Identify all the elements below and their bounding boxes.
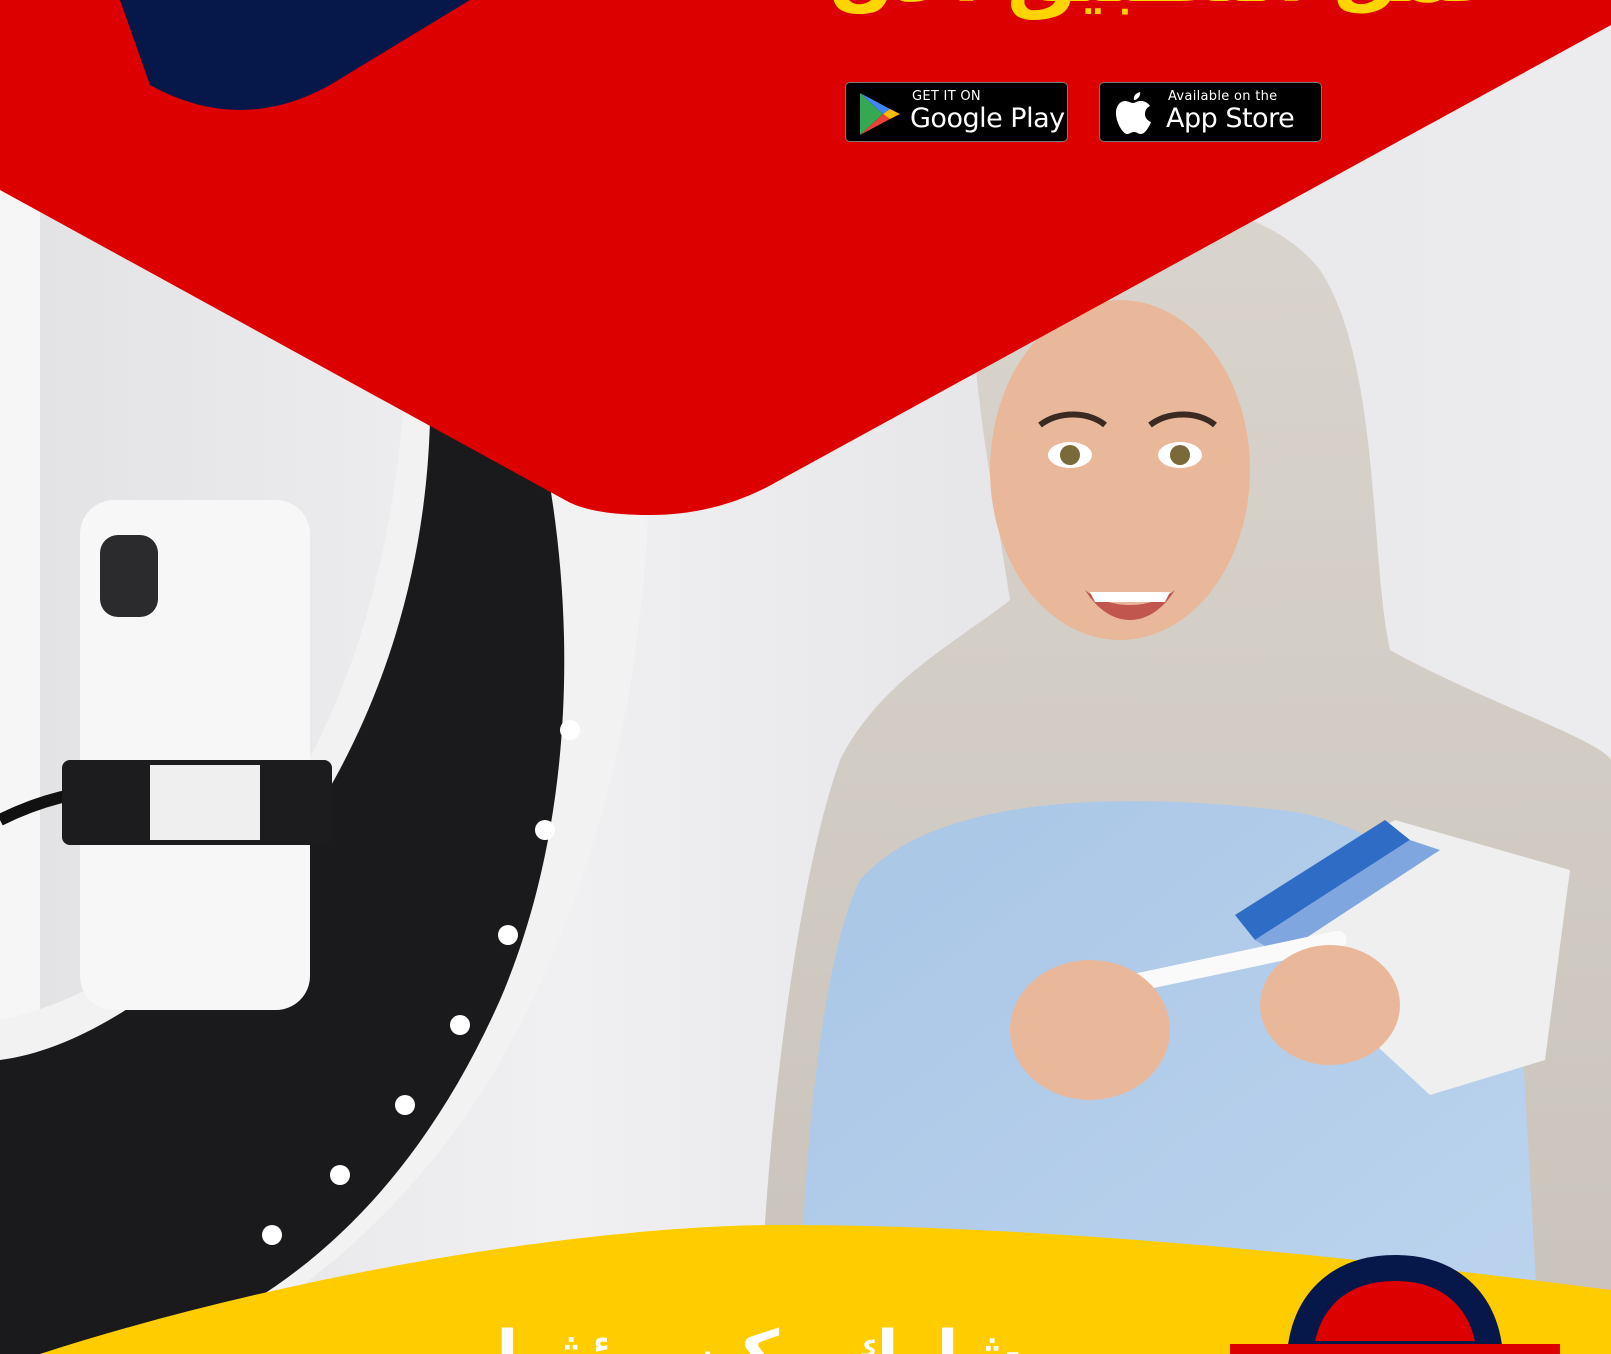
google-play-icon bbox=[860, 93, 900, 135]
logo-bar bbox=[1230, 1344, 1560, 1354]
brand-shapes bbox=[0, 0, 1611, 1354]
google-play-badge[interactable]: GET IT ON Google Play bbox=[845, 82, 1068, 142]
google-play-label: Google Play bbox=[910, 103, 1065, 134]
app-store-caption: Available on the bbox=[1168, 89, 1278, 104]
app-store-badge[interactable]: Available on the App Store bbox=[1099, 82, 1322, 142]
logo-mark bbox=[1286, 1254, 1504, 1354]
headline: حمل التطبيق الآن bbox=[790, 0, 1510, 20]
promo-poster: حمل التطبيق الآن GET IT ON Google Play A… bbox=[0, 0, 1611, 1354]
app-store-label: App Store bbox=[1166, 103, 1295, 134]
google-play-caption: GET IT ON bbox=[912, 89, 981, 104]
footer-text: شارك وكن مؤثرا bbox=[420, 1320, 1100, 1354]
apple-icon bbox=[1116, 92, 1151, 134]
